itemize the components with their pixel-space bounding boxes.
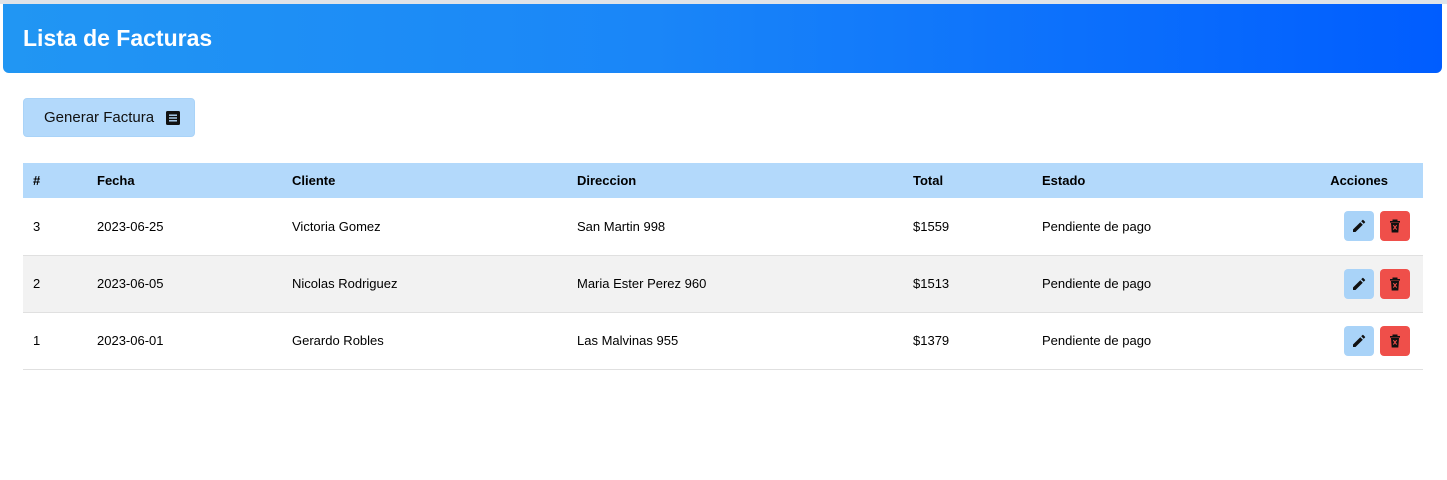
pencil-icon <box>1353 220 1366 233</box>
table-header-row: # Fecha Cliente Direccion Total Estado A… <box>23 163 1423 198</box>
edit-button[interactable] <box>1344 211 1374 242</box>
edit-button[interactable] <box>1344 268 1374 299</box>
cell-cliente: Victoria Gomez <box>292 218 381 234</box>
cell-actions <box>1300 255 1423 312</box>
delete-button[interactable] <box>1380 211 1410 242</box>
trash-icon <box>1390 219 1400 233</box>
cell-cliente: Gerardo Robles <box>292 333 384 348</box>
cell-cliente: Nicolas Rodriguez <box>292 276 398 291</box>
cell-estado: Pendiente de pago <box>1042 276 1152 291</box>
cell-total: $1379 <box>913 333 950 348</box>
cell-actions <box>1300 198 1423 255</box>
generate-invoice-button[interactable]: Generar Factura <box>23 98 195 137</box>
cell-total: $1513 <box>913 276 950 291</box>
table-row: 2 2023-06-05 Nicolas Rodriguez Maria Est… <box>23 255 1423 312</box>
pencil-icon <box>1353 334 1366 347</box>
cell-direccion: San Martin 998 <box>577 218 666 234</box>
cell-fecha: 2023-06-01 <box>97 333 164 348</box>
pencil-icon <box>1353 277 1366 290</box>
page-header: Lista de Facturas <box>3 4 1442 73</box>
cell-fecha: 2023-06-25 <box>97 218 164 234</box>
cell-id: 1 <box>33 333 41 348</box>
column-header-total[interactable]: Total <box>903 163 1032 198</box>
column-header-cliente[interactable]: Cliente <box>282 163 567 198</box>
cell-direccion: Maria Ester Perez 960 <box>577 276 707 291</box>
generate-invoice-label: Generar Factura <box>44 109 155 126</box>
list-document-icon <box>166 110 181 125</box>
delete-button[interactable] <box>1380 325 1410 356</box>
column-header-acciones: Acciones <box>1330 173 1388 188</box>
cell-id: 2 <box>33 276 41 291</box>
trash-icon <box>1390 334 1400 347</box>
trash-icon <box>1390 277 1400 290</box>
cell-fecha: 2023-06-05 <box>97 276 164 291</box>
cell-total: $1559 <box>913 218 950 234</box>
edit-button[interactable] <box>1344 325 1374 356</box>
column-header-estado[interactable]: Estado <box>1032 163 1300 198</box>
cell-actions <box>1300 312 1423 369</box>
column-header-direccion[interactable]: Direccion <box>567 163 903 198</box>
cell-direccion: Las Malvinas 955 <box>577 333 679 348</box>
page-title: Lista de Facturas <box>23 25 213 51</box>
delete-button[interactable] <box>1380 268 1410 299</box>
column-header-number[interactable]: # <box>23 163 87 198</box>
column-header-fecha[interactable]: Fecha <box>87 163 282 198</box>
invoices-table: # Fecha Cliente Direccion Total Estado A… <box>23 163 1423 370</box>
cell-estado: Pendiente de pago <box>1042 218 1152 234</box>
cell-id: 3 <box>33 218 41 234</box>
table-row: 3 2023-06-25 Victoria Gomez San Martin 9… <box>23 198 1423 255</box>
table-row: 1 2023-06-01 Gerardo Robles Las Malvinas… <box>23 312 1423 369</box>
cell-estado: Pendiente de pago <box>1042 333 1152 348</box>
